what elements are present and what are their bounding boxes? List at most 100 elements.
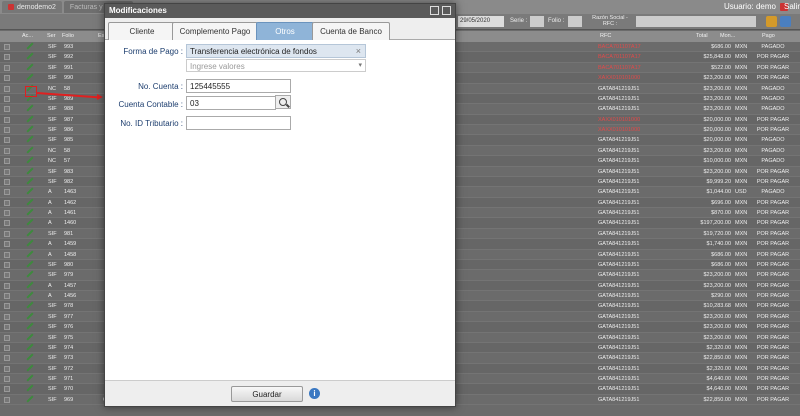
no-id-tributario-input[interactable] xyxy=(186,116,291,130)
forma-pago-select[interactable]: Ingrese valores ▾ xyxy=(186,59,366,72)
edit-icon[interactable] xyxy=(26,64,33,71)
edit-icon[interactable] xyxy=(26,302,33,309)
row-checkbox[interactable] xyxy=(4,95,10,102)
edit-icon[interactable] xyxy=(26,188,33,195)
row-checkbox[interactable] xyxy=(4,64,10,71)
row-checkbox[interactable] xyxy=(4,54,10,61)
edit-icon[interactable] xyxy=(26,199,33,206)
edit-icon[interactable] xyxy=(26,323,33,330)
edit-icon[interactable] xyxy=(26,209,33,216)
edit-icon[interactable] xyxy=(26,334,33,341)
edit-icon[interactable] xyxy=(26,292,33,299)
edit-icon[interactable] xyxy=(26,385,33,392)
row-checkbox[interactable] xyxy=(4,168,10,175)
edit-icon[interactable] xyxy=(26,271,33,278)
col-rfc[interactable]: RFC xyxy=(600,33,611,39)
edit-icon[interactable] xyxy=(26,344,33,351)
info-icon[interactable]: i xyxy=(309,388,320,399)
cell-folio: 1458 xyxy=(64,251,77,258)
no-cuenta-input[interactable]: 125445555 xyxy=(186,79,291,93)
tab-cliente[interactable]: Cliente xyxy=(108,22,176,40)
edit-icon[interactable] xyxy=(26,136,33,143)
edit-icon[interactable] xyxy=(26,375,33,382)
chevron-down-icon[interactable]: ▾ xyxy=(358,61,362,69)
row-checkbox[interactable] xyxy=(4,210,10,216)
tab-otros[interactable]: Otros xyxy=(256,22,314,40)
col-pago[interactable]: Pago xyxy=(762,33,775,39)
row-checkbox[interactable] xyxy=(4,189,10,196)
row-checkbox[interactable] xyxy=(4,396,10,403)
row-checkbox[interactable] xyxy=(4,324,10,331)
row-checkbox[interactable] xyxy=(4,75,10,82)
edit-icon[interactable] xyxy=(26,251,33,258)
row-checkbox[interactable] xyxy=(4,303,10,310)
edit-icon[interactable] xyxy=(26,219,33,226)
col-folio[interactable]: Folio xyxy=(62,33,74,39)
edit-icon[interactable] xyxy=(26,168,33,175)
col-total[interactable]: Total xyxy=(696,33,708,39)
row-checkbox[interactable] xyxy=(4,199,10,206)
row-checkbox[interactable] xyxy=(4,261,10,268)
row-checkbox[interactable] xyxy=(4,220,10,227)
edit-icon[interactable] xyxy=(26,74,33,81)
row-checkbox[interactable] xyxy=(4,241,10,248)
edit-icon[interactable] xyxy=(26,126,33,133)
row-checkbox[interactable] xyxy=(4,376,10,382)
edit-icon[interactable] xyxy=(26,157,33,164)
row-checkbox[interactable] xyxy=(4,386,10,393)
row-checkbox[interactable] xyxy=(4,85,10,92)
row-checkbox[interactable] xyxy=(4,334,10,341)
row-checkbox[interactable] xyxy=(4,293,10,299)
col-ac[interactable]: Ac... xyxy=(22,33,33,39)
row-checkbox[interactable] xyxy=(4,116,10,123)
row-checkbox[interactable] xyxy=(4,355,10,362)
row-checkbox[interactable] xyxy=(4,282,10,289)
date-input[interactable]: 29/05/2020 xyxy=(458,16,504,27)
razon-social-input[interactable] xyxy=(636,16,756,27)
edit-icon[interactable] xyxy=(26,230,33,237)
cuenta-contable-input[interactable]: 03 xyxy=(186,96,276,110)
edit-icon[interactable] xyxy=(26,240,33,247)
tab-complemento-pago[interactable]: Complemento Pago xyxy=(172,22,258,40)
tab-demodemo2[interactable]: demodemo2 xyxy=(2,1,62,13)
edit-icon[interactable] xyxy=(26,147,33,154)
row-checkbox[interactable] xyxy=(4,272,10,279)
edit-icon[interactable] xyxy=(26,116,33,123)
maximize-icon[interactable] xyxy=(430,6,439,15)
serie-input[interactable] xyxy=(530,16,544,27)
lookup-search-icon[interactable] xyxy=(275,95,291,109)
edit-icon[interactable] xyxy=(26,43,33,50)
edit-icon[interactable] xyxy=(26,105,33,112)
export-icon[interactable] xyxy=(766,16,777,27)
col-ser[interactable]: Ser xyxy=(47,33,56,39)
remove-icon[interactable]: × xyxy=(356,46,361,56)
row-checkbox[interactable] xyxy=(4,313,10,320)
row-checkbox[interactable] xyxy=(4,344,10,351)
row-checkbox[interactable] xyxy=(4,147,10,154)
edit-icon[interactable] xyxy=(26,282,33,289)
row-checkbox[interactable] xyxy=(4,127,10,133)
folio-input[interactable] xyxy=(568,16,582,27)
edit-icon[interactable] xyxy=(26,365,33,372)
row-checkbox[interactable] xyxy=(4,44,10,50)
close-icon[interactable] xyxy=(442,6,451,15)
edit-icon[interactable] xyxy=(26,313,33,320)
row-checkbox[interactable] xyxy=(4,106,10,113)
row-checkbox[interactable] xyxy=(4,178,10,185)
edit-icon[interactable] xyxy=(26,261,33,268)
row-checkbox[interactable] xyxy=(4,365,10,372)
row-checkbox[interactable] xyxy=(4,158,10,165)
forma-pago-chip[interactable]: Transferencia electrónica de fondos × xyxy=(186,44,366,58)
col-mon[interactable]: Mon... xyxy=(720,33,735,39)
edit-icon[interactable] xyxy=(26,396,33,403)
row-checkbox[interactable] xyxy=(4,230,10,237)
tab-cuenta-banco[interactable]: Cuenta de Banco xyxy=(312,22,390,40)
search-icon[interactable] xyxy=(780,16,791,27)
edit-icon[interactable] xyxy=(26,53,33,60)
logout-button[interactable]: Salir xyxy=(784,2,800,11)
row-checkbox[interactable] xyxy=(4,137,10,144)
row-checkbox[interactable] xyxy=(4,251,10,258)
edit-icon[interactable] xyxy=(26,178,33,185)
guardar-button[interactable]: Guardar xyxy=(231,386,303,402)
edit-icon[interactable] xyxy=(26,354,33,361)
